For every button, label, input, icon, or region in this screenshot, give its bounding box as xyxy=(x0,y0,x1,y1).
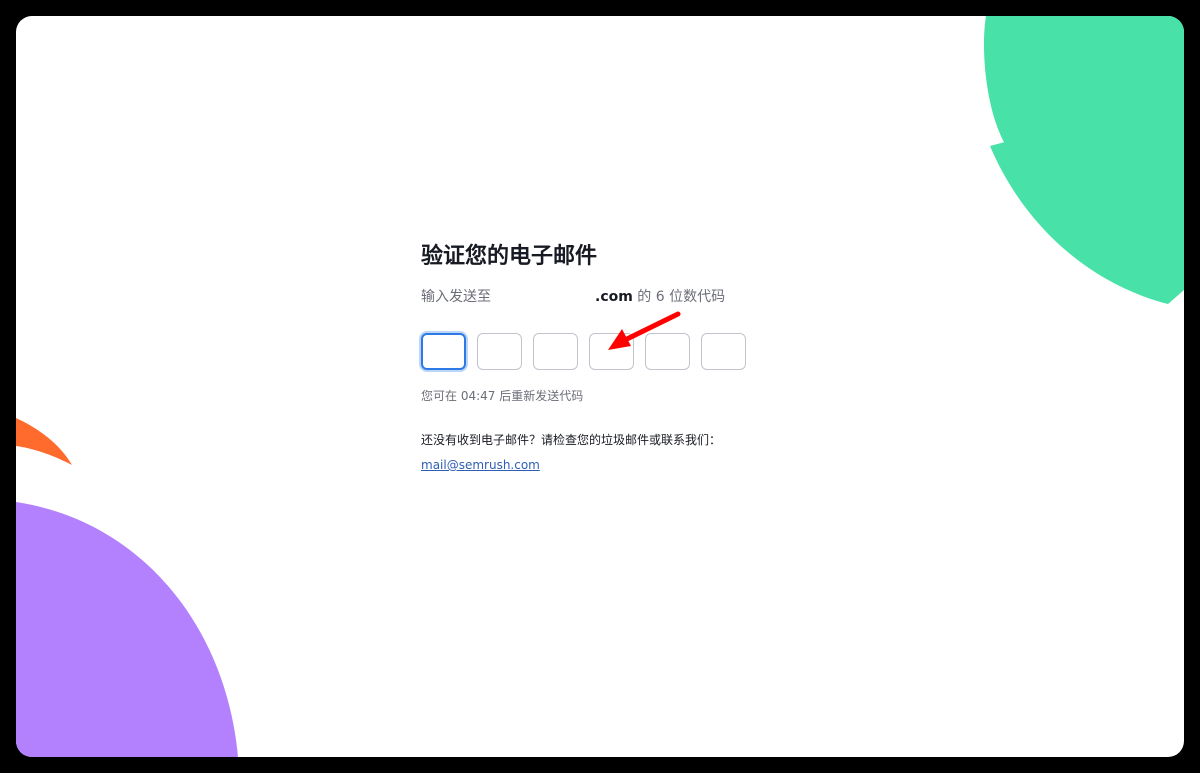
instructions-suffix: 的 6 位数代码 xyxy=(632,289,726,305)
code-digit-input-6[interactable] xyxy=(701,333,746,370)
verify-email-form: 验证您的电子邮件 输入发送至 .com 的 6 位数代码 您可在 04:47 后重… xyxy=(421,240,751,478)
help-message: 还没有收到电子邮件？请检查您的垃圾邮件或联系我们： xyxy=(421,433,722,447)
code-digit-input-1[interactable] xyxy=(421,333,466,370)
help-text: 还没有收到电子邮件？请检查您的垃圾邮件或联系我们： mail@semrush.co… xyxy=(421,428,731,478)
purple-decorative-shape xyxy=(16,502,238,757)
code-input-group xyxy=(421,333,751,370)
verification-screen: 验证您的电子邮件 输入发送至 .com 的 6 位数代码 您可在 04:47 后重… xyxy=(16,16,1184,757)
instructions-prefix: 输入发送至 xyxy=(421,289,491,305)
instructions-text: 输入发送至 .com 的 6 位数代码 xyxy=(421,286,743,308)
code-digit-input-4[interactable] xyxy=(589,333,634,370)
orange-decorative-shape xyxy=(16,418,72,465)
code-digit-input-3[interactable] xyxy=(533,333,578,370)
code-digit-input-2[interactable] xyxy=(477,333,522,370)
green-decorative-shape xyxy=(983,16,1184,304)
resend-countdown: 您可在 04:47 后重新发送代码 xyxy=(421,389,584,403)
code-digit-input-5[interactable] xyxy=(645,333,690,370)
page-title: 验证您的电子邮件 xyxy=(421,244,598,269)
support-email-link[interactable]: mail@semrush.com xyxy=(421,458,540,472)
email-address: .com xyxy=(595,289,633,305)
